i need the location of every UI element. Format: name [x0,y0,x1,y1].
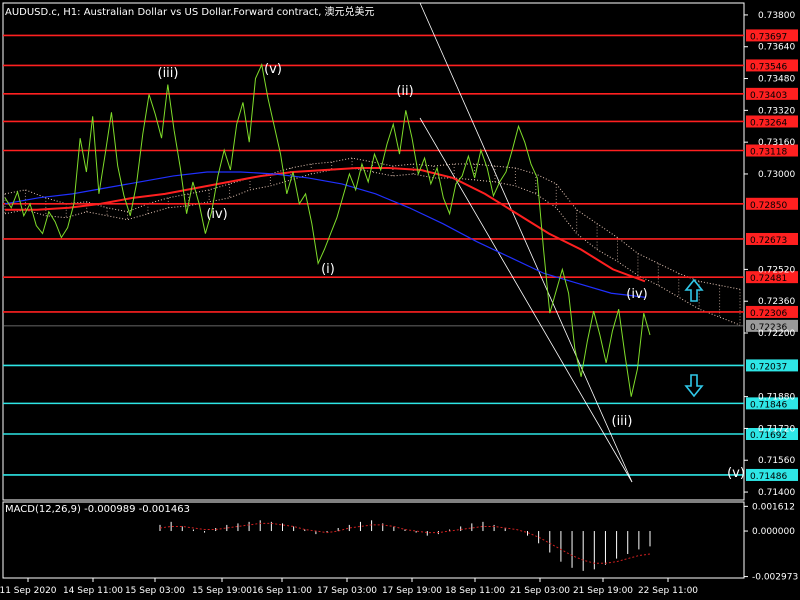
time-tick-label: 15 Sep 03:00 [125,586,185,596]
time-tick-label: 22 Sep 11:00 [638,586,698,596]
price-tick-label: 0.73000 [758,170,795,180]
time-tick-label: 14 Sep 11:00 [63,586,123,596]
resistance-level-label: 0.72850 [750,201,787,211]
wave-label: (ii) [396,84,413,99]
resistance-level-label: 0.73264 [750,118,787,128]
macd-tick-label: 0.001612 [752,502,795,512]
resistance-level-label: 0.73118 [750,148,787,158]
resistance-level-label: 0.73546 [750,62,787,72]
macd-main-value: -0.000989 [84,504,136,515]
price-tick-label: 0.73480 [758,75,795,85]
price-tick-label: 0.71880 [758,393,795,403]
resistance-level-label: 0.73403 [750,91,787,101]
time-tick-label: 17 Sep 03:00 [317,586,377,596]
wave-label: (iii) [612,414,633,429]
macd-tick-label: -0.002973 [752,573,798,583]
macd-label: MACD(12,26,9) [5,504,81,515]
time-tick-label: 17 Sep 19:00 [382,586,442,596]
resistance-level-label: 0.72673 [750,236,787,246]
wave-label: (v) [264,62,282,77]
support-level-label: 0.71486 [750,472,787,482]
wave-label: (i) [321,262,335,277]
price-tick-label: 0.73320 [758,106,795,116]
price-tick-label: 0.73640 [758,43,795,53]
price-tick-label: 0.73800 [758,11,795,21]
price-tick-label: 0.71400 [758,488,795,498]
time-tick-label: 21 Sep 19:00 [573,586,633,596]
time-tick-label: 21 Sep 03:00 [510,586,570,596]
price-tick-label: 0.72520 [758,265,795,275]
wave-label: (v) [727,466,745,481]
macd-tick-label: 0.000000 [752,527,795,537]
price-tick-label: 0.72360 [758,297,795,307]
wave-label: (iv) [206,207,227,222]
macd-signal-value: -0.001463 [138,504,190,515]
chart-title: AUDUSD.c, H1: Australian Dollar vs US Do… [5,7,375,18]
price-tick-label: 0.73160 [758,138,795,148]
macd-title: MACD(12,26,9) -0.000989 -0.001463 [5,504,190,515]
wave-label: (iii) [158,66,179,81]
resistance-level-label: 0.73697 [750,32,787,42]
price-tick-label: 0.72200 [758,329,795,339]
time-tick-label: 15 Sep 19:00 [192,586,252,596]
wave-label: (iv) [626,287,647,302]
price-tick-label: 0.71720 [758,424,795,434]
resistance-level-label: 0.72306 [750,309,787,319]
time-tick-label: 16 Sep 11:00 [252,586,312,596]
time-tick-label: 11 Sep 2020 [0,586,57,596]
resistance-level-label: 0.72481 [750,274,787,284]
price-tick-label: 0.71560 [758,456,795,466]
support-level-label: 0.72037 [750,362,787,372]
time-tick-label: 18 Sep 11:00 [445,586,505,596]
